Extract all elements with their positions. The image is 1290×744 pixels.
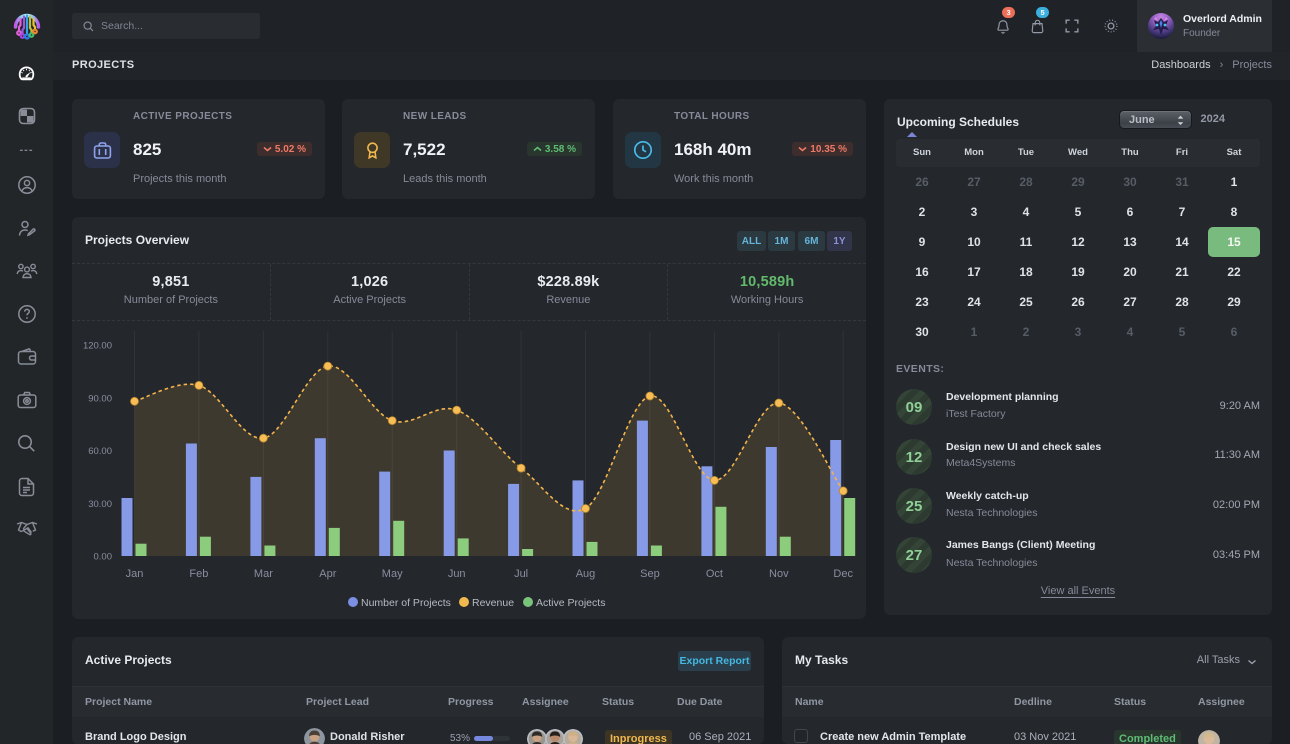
svg-text:Mar: Mar <box>254 568 273 580</box>
svg-text:Apr: Apr <box>319 568 336 580</box>
svg-text:Feb: Feb <box>189 568 208 580</box>
svg-text:Revenue: Revenue <box>472 597 514 609</box>
svg-text:Oct: Oct <box>706 568 723 580</box>
svg-text:90.00: 90.00 <box>88 393 112 404</box>
svg-text:0.00: 0.00 <box>94 552 113 563</box>
svg-text:60.00: 60.00 <box>88 446 112 457</box>
svg-text:Nov: Nov <box>769 568 789 580</box>
svg-text:Dec: Dec <box>833 568 853 580</box>
svg-text:Jan: Jan <box>126 568 144 580</box>
svg-text:Jun: Jun <box>448 568 466 580</box>
svg-text:Aug: Aug <box>576 568 596 580</box>
svg-text:Sep: Sep <box>640 568 660 580</box>
svg-text:May: May <box>382 568 403 580</box>
svg-text:120.00: 120.00 <box>83 341 112 352</box>
svg-text:Active Projects: Active Projects <box>536 597 605 609</box>
svg-text:Jul: Jul <box>514 568 528 580</box>
svg-text:30.00: 30.00 <box>88 499 112 510</box>
svg-text:Number of Projects: Number of Projects <box>361 597 451 609</box>
